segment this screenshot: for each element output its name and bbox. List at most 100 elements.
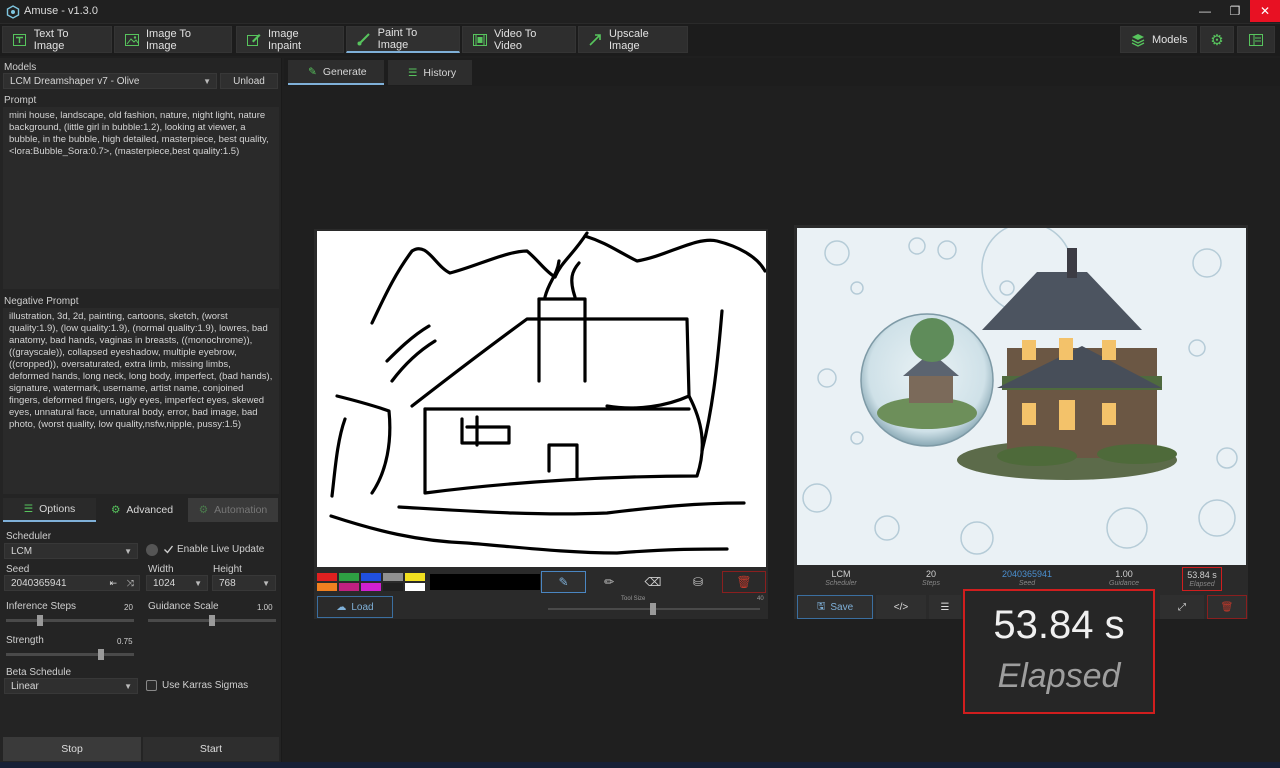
minimize-button[interactable]: — <box>1190 0 1220 22</box>
color-swatch[interactable] <box>383 573 403 581</box>
height-select[interactable]: 768 ▼ <box>212 575 276 591</box>
strength-slider[interactable] <box>6 649 134 660</box>
live-update-label: Enable Live Update <box>177 544 265 555</box>
upscale-icon <box>589 33 602 47</box>
stop-button[interactable]: Stop <box>3 737 141 761</box>
chevron-down-icon: ▼ <box>194 579 202 588</box>
color-swatch[interactable] <box>361 583 381 591</box>
color-swatch[interactable] <box>361 573 381 581</box>
color-swatch[interactable] <box>405 573 425 581</box>
karras-checkbox[interactable] <box>146 680 157 691</box>
stat-label: Seed <box>1018 580 1036 587</box>
guidance-scale-label: Guidance Scale <box>148 601 219 612</box>
layout-button[interactable] <box>1237 26 1275 53</box>
slider-thumb[interactable] <box>650 603 656 615</box>
save-button[interactable]: 🖫 Save <box>797 595 873 619</box>
tab-paint-to-image[interactable]: Paint To Image <box>346 26 460 53</box>
strength-value: 0.75 <box>117 637 133 646</box>
live-update-toggle[interactable] <box>146 544 158 556</box>
load-button[interactable]: ☁ Load <box>317 596 393 618</box>
settings-panel: Models LCM Dreamshaper v7 - Olive ▼ Unlo… <box>0 58 282 768</box>
brush-tool-button[interactable]: ✎ <box>541 571 586 593</box>
slider-thumb[interactable] <box>209 615 215 626</box>
tool-size-slider[interactable] <box>548 603 760 615</box>
prompt-textarea[interactable]: mini house, landscape, old fashion, natu… <box>3 107 279 289</box>
panel-layout-icon <box>1249 33 1263 47</box>
shuffle-icon[interactable]: ⤨ <box>127 578 134 589</box>
stat-label: Elapsed <box>1189 581 1215 588</box>
tab-image-to-image[interactable]: Image To Image <box>114 26 232 53</box>
width-select[interactable]: 1024 ▼ <box>146 575 208 591</box>
scheduler-select[interactable]: LCM ▼ <box>4 543 138 559</box>
slider-thumb[interactable] <box>36 615 43 626</box>
stat-value: 20 <box>925 569 936 579</box>
color-swatch[interactable] <box>339 573 359 581</box>
chevron-down-icon: ▼ <box>203 77 211 86</box>
seed-label: Seed <box>6 564 30 575</box>
code-button[interactable]: </> <box>876 595 926 619</box>
color-swatch[interactable] <box>383 583 403 591</box>
elapsed-value: 53.84 s <box>993 603 1125 647</box>
pencil-tool-button[interactable]: ✏ <box>588 571 630 593</box>
inference-steps-value: 20 <box>124 603 133 612</box>
chevron-down-icon: ▼ <box>124 682 132 691</box>
beta-schedule-label: Beta Schedule <box>6 667 72 678</box>
close-button[interactable]: ✕ <box>1250 0 1280 22</box>
tab-advanced[interactable]: ⚙ Advanced <box>98 498 186 522</box>
model-select[interactable]: LCM Dreamshaper v7 - Olive ▼ <box>3 73 217 89</box>
tab-history[interactable]: ☰ History <box>388 60 472 85</box>
tab-generate[interactable]: ✎ Generate <box>288 60 384 85</box>
negative-prompt-textarea[interactable]: illustration, 3d, 2d, painting, cartoons… <box>3 308 279 494</box>
tab-label: Paint To Image <box>377 27 418 51</box>
color-swatch[interactable] <box>405 583 425 591</box>
list-button[interactable]: ☰ <box>929 595 961 619</box>
width-value: 1024 <box>153 578 176 589</box>
current-color[interactable] <box>430 574 540 590</box>
eraser-icon: ⌫ <box>644 575 662 589</box>
wand-icon: ✎ <box>308 65 317 78</box>
delete-button[interactable]: 🗑 <box>1207 595 1247 619</box>
settings-button[interactable]: ⚙ <box>1200 26 1234 53</box>
tab-upscale-image[interactable]: Upscale Image <box>578 26 688 53</box>
stat-value: 53.84 s <box>1187 570 1217 580</box>
unload-button[interactable]: Unload <box>220 73 278 89</box>
beta-schedule-select[interactable]: Linear ▼ <box>4 678 138 694</box>
color-swatch[interactable] <box>339 583 359 591</box>
stat-value: LCM <box>831 569 851 579</box>
brush-icon <box>357 32 371 46</box>
fill-tool-button[interactable]: ⛁ <box>676 571 720 593</box>
clear-canvas-button[interactable]: 🗑 <box>722 571 766 593</box>
tab-text-to-image[interactable]: Text To Image <box>2 26 112 53</box>
tab-label: Image Inpaint <box>268 27 302 52</box>
tab-automation[interactable]: ⚙ Automation <box>188 498 278 522</box>
karras-label: Use Karras Sigmas <box>162 680 249 691</box>
guidance-scale-value: 1.00 <box>257 603 273 612</box>
save-label: Save <box>830 601 854 613</box>
palette-swatches <box>317 573 427 593</box>
models-button[interactable]: Models <box>1120 26 1197 53</box>
height-value: 768 <box>219 578 236 589</box>
pencil-icon: ✏ <box>603 575 615 589</box>
result-stats: LCM Scheduler 20 Steps 2040365941 Seed 1… <box>797 567 1246 591</box>
height-label: Height <box>213 564 242 575</box>
eraser-tool-button[interactable]: ⌫ <box>632 571 674 593</box>
tab-video-to-video[interactable]: Video To Video <box>462 26 576 53</box>
guidance-scale-slider[interactable] <box>148 615 276 626</box>
color-swatch[interactable] <box>317 583 337 591</box>
gear-icon: ⚙ <box>1210 31 1224 49</box>
slider-thumb[interactable] <box>97 649 104 660</box>
tab-options[interactable]: ☰ Options <box>3 498 96 522</box>
paint-canvas[interactable] <box>317 231 767 567</box>
trash-icon: 🗑 <box>1220 601 1234 613</box>
seed-input[interactable]: 2040365941 ⇤ ⤨ <box>4 575 140 591</box>
load-label: Load <box>351 601 374 613</box>
sketch-drawing <box>329 231 767 555</box>
tab-image-inpaint[interactable]: Image Inpaint <box>236 26 344 53</box>
upscale-button[interactable]: ⤢ <box>1160 595 1204 619</box>
text-icon <box>13 33 27 47</box>
maximize-button[interactable]: ❐ <box>1220 0 1250 22</box>
start-button[interactable]: Start <box>143 737 279 761</box>
color-swatch[interactable] <box>317 573 337 581</box>
inference-steps-slider[interactable] <box>6 615 134 626</box>
seed-reset-icon[interactable]: ⇤ <box>109 578 117 589</box>
